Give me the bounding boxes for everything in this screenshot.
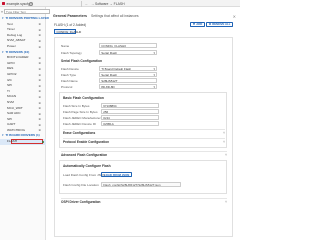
auto-section-title: Automatically Configure Flash bbox=[63, 164, 111, 168]
protocol-select[interactable]: 8D-8D-8D bbox=[99, 84, 157, 89]
basic-config-card: Basic Flash Configuration Flash Size In … bbox=[59, 92, 227, 148]
add-icon[interactable]: ⊕ bbox=[39, 106, 42, 110]
expand-icon[interactable]: ˅ bbox=[225, 153, 227, 157]
flash-topology-field: Flash Topology Serial Flash bbox=[61, 50, 157, 55]
add-icon[interactable]: ⊕ bbox=[39, 90, 42, 94]
expand-icon[interactable]: ˅ bbox=[223, 140, 225, 144]
panel-header: General Parameters Settings that affect … bbox=[53, 12, 236, 20]
flash-type-field: Flash Type Serial Flash bbox=[61, 72, 157, 77]
header-description: Settings that affect all instances bbox=[90, 14, 139, 18]
json-location-field: Flash Config File Location Flash_config/… bbox=[63, 182, 181, 187]
device-id-input[interactable]: 0x5B1A bbox=[101, 121, 159, 126]
flash-device-select[interactable]: TI Board Default Flash bbox=[99, 66, 157, 71]
protocol-field: Protocol 8D-8D-8D bbox=[61, 84, 157, 89]
tree: ▼ TI DRIVERS PORTING LAYER Test ⊕ Timer ⊕ … bbox=[0, 16, 49, 145]
help-icon[interactable]: ? bbox=[29, 1, 33, 6]
module-tree-panel: « ▼ TI DRIVERS PORTING LAYER Test⊕ Timer… bbox=[0, 7, 50, 240]
add-icon[interactable]: ⊕ bbox=[39, 67, 42, 71]
erase-config-section[interactable]: Erase Configurations ˅ bbox=[63, 129, 225, 136]
ospi-driver-section[interactable]: OSPI Driver Configuration ˅ bbox=[61, 198, 227, 205]
add-icon: ⊕ bbox=[192, 22, 196, 26]
flash-type-select[interactable]: Serial Flash bbox=[99, 72, 157, 77]
add-icon[interactable]: ⊕ bbox=[39, 123, 42, 127]
instance-bar: FLASH (1 of 2 Added) ⊕ ADD ⊗ REMOVE ALL bbox=[54, 21, 233, 28]
instance-count-label: FLASH (1 of 2 Added) bbox=[54, 22, 87, 27]
auto-config-card: Automatically Configure Flash Load Flash… bbox=[59, 160, 227, 194]
add-button[interactable]: ⊕ ADD bbox=[190, 22, 205, 27]
filter-input[interactable] bbox=[4, 9, 50, 14]
remove-all-button[interactable]: ⊗ REMOVE ALL bbox=[206, 22, 233, 27]
add-icon[interactable]: ⊕ bbox=[39, 117, 42, 121]
ti-logo-icon bbox=[1, 1, 5, 6]
json-location-input[interactable]: Flash_config/S28HS512T/S28HS512T.json bbox=[101, 182, 181, 187]
manufacturer-id-input[interactable]: 0x34 bbox=[101, 115, 159, 120]
name-input[interactable]: CONFIG_FLASH0 bbox=[99, 43, 157, 48]
add-icon[interactable]: ⊕ bbox=[39, 45, 42, 49]
add-icon[interactable]: ⊕ bbox=[39, 129, 42, 133]
config-panel: General Parameters Settings that affect … bbox=[48, 7, 240, 240]
flash-size-field: Flash Size In Bytes 67108864 bbox=[63, 103, 159, 108]
add-icon[interactable]: ⊕ bbox=[39, 28, 42, 32]
load-json-row: Load Flash Config From JSON bbox=[63, 172, 106, 177]
close-icon[interactable]: ✕ bbox=[233, 14, 236, 19]
instance-tab[interactable]: CONFIG_FLASH0 bbox=[54, 29, 81, 34]
flash-device-field: Flash Device TI Board Default Flash bbox=[61, 66, 157, 71]
device-id-field: Flash JEDEC Device ID 0x5B1A bbox=[63, 121, 159, 126]
add-icon[interactable]: ⊕ bbox=[39, 95, 42, 99]
manufacturer-id-field: Flash JEDEC Manufacturer ID 0x34 bbox=[63, 115, 159, 120]
name-field: Name CONFIG_FLASH0 bbox=[61, 43, 157, 48]
protocol-enable-section[interactable]: Protocol Enable Configuration ˅ bbox=[63, 138, 225, 145]
add-icon[interactable]: ⊕ bbox=[39, 84, 42, 88]
page-size-field: Flash Page Size In Bytes 256 bbox=[63, 109, 159, 114]
advanced-config-section[interactable]: Advanced Flash Configuration ˅ bbox=[61, 151, 227, 158]
header-title: General Parameters bbox=[53, 14, 87, 18]
instance-card: Name CONFIG_FLASH0 Flash Topology Serial… bbox=[54, 37, 233, 237]
add-icon[interactable]: ⊕ bbox=[39, 39, 42, 43]
title-bar: example.syscfg ? ← → Software → FLASH bbox=[0, 0, 240, 7]
add-icon[interactable]: ⊕ bbox=[39, 78, 42, 82]
add-icon[interactable]: ⊕ bbox=[39, 73, 42, 77]
expand-icon[interactable]: ˅ bbox=[225, 200, 227, 204]
remove-icon: ⊗ bbox=[208, 22, 212, 26]
flash-topology-select[interactable]: Serial Flash bbox=[99, 50, 157, 55]
basic-section-title: Basic Flash Configuration bbox=[63, 96, 104, 100]
breadcrumb: Software → FLASH bbox=[95, 1, 125, 6]
add-icon[interactable]: ⊕ bbox=[39, 62, 42, 66]
page-size-input[interactable]: 256 bbox=[101, 109, 159, 114]
add-icon[interactable]: ⊕ bbox=[39, 22, 42, 26]
flash-name-input[interactable]: S28HS512T bbox=[99, 78, 157, 83]
file-name[interactable]: example.syscfg bbox=[7, 2, 30, 6]
serial-section-title: Serial Flash Configuration bbox=[61, 59, 103, 63]
divider bbox=[81, 0, 82, 7]
nav-arrows[interactable]: ← → bbox=[85, 2, 95, 6]
add-icon[interactable]: ⊕ bbox=[39, 34, 42, 38]
add-icon[interactable]: ⊕ bbox=[39, 101, 42, 105]
tree-item-flash[interactable]: FLASH bbox=[0, 139, 46, 145]
status-ok-icon bbox=[42, 140, 45, 144]
filter-row: « bbox=[1, 9, 50, 15]
collapse-panel-icon[interactable]: « bbox=[1, 10, 3, 14]
flash-size-input[interactable]: 67108864 bbox=[101, 103, 159, 108]
expand-icon[interactable]: ˅ bbox=[223, 131, 225, 135]
load-from-json-button[interactable]: LOAD FROM JSON bbox=[101, 171, 133, 177]
flash-name-field: Flash Name S28HS512T bbox=[61, 78, 157, 83]
add-icon[interactable]: ⊕ bbox=[39, 56, 42, 60]
add-icon[interactable]: ⊕ bbox=[39, 112, 42, 116]
